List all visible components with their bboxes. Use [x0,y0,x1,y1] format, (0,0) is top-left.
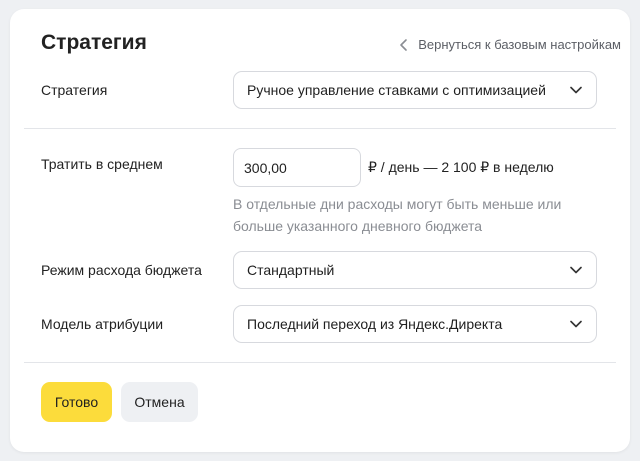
divider [24,362,616,363]
budget-per-day-text: ₽ / день — 2 100 ₽ в неделю [368,159,554,175]
cancel-button[interactable]: Отмена [121,382,198,422]
chevron-down-icon [570,86,582,94]
chevron-down-icon [570,320,582,328]
chevron-left-icon [400,38,408,51]
back-link-label: Вернуться к базовым настройкам [418,37,621,52]
attribution-label: Модель атрибуции [41,316,164,332]
spend-mode-select[interactable]: Стандартный [233,251,597,289]
page-title: Стратегия [41,31,147,54]
strategy-panel: Стратегия Вернуться к базовым настройкам… [10,9,630,452]
done-button[interactable]: Готово [41,382,112,422]
daily-budget-input[interactable]: 300,00 [233,148,361,187]
chevron-down-icon [570,266,582,274]
spend-mode-select-value: Стандартный [247,262,335,278]
budget-label: Тратить в среднем [41,156,163,172]
budget-hint: В отдельные дни расходы могут быть меньш… [233,196,562,234]
attribution-select-value: Последний переход из Яндекс.Директа [247,316,503,332]
attribution-select[interactable]: Последний переход из Яндекс.Директа [233,305,597,343]
divider [24,128,616,129]
strategy-select-value: Ручное управление ставками с оптимизацие… [247,82,546,98]
spend-mode-label: Режим расхода бюджета [41,262,202,278]
strategy-label: Стратегия [41,82,108,98]
strategy-select[interactable]: Ручное управление ставками с оптимизацие… [233,71,597,109]
back-to-basic-settings-link[interactable]: Вернуться к базовым настройкам [399,37,621,52]
